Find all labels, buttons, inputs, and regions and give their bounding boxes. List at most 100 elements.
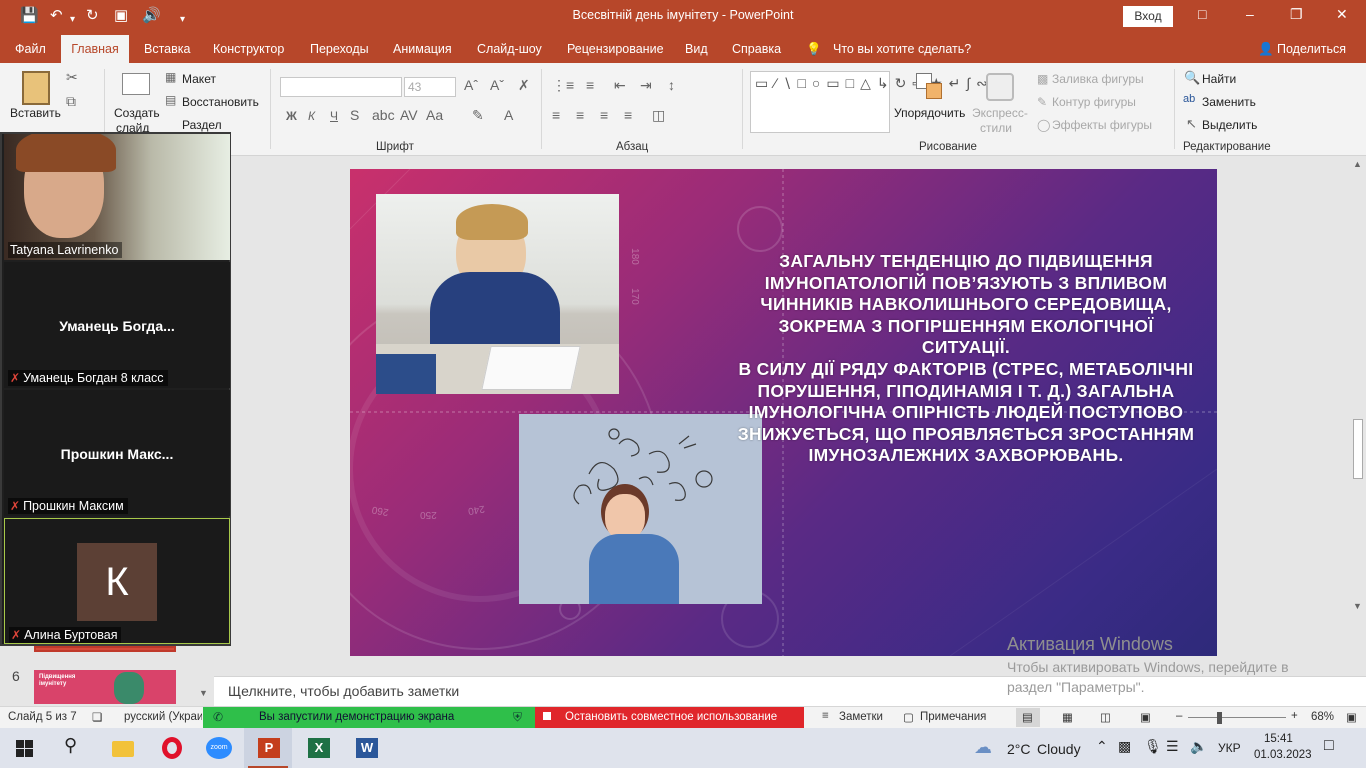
participant-tile-active[interactable]: К ✗ Алина Буртовая xyxy=(4,518,230,644)
shape-effects-button[interactable]: Эффекты фигуры xyxy=(1052,118,1152,132)
notes-placeholder[interactable]: Щелкните, чтобы добавить заметки xyxy=(228,683,459,699)
slideshow-view-icon[interactable]: ▣ xyxy=(1140,710,1151,724)
thumbnail-slide-5[interactable] xyxy=(34,646,176,652)
tell-me-search[interactable]: Что вы хотите сделать? xyxy=(833,42,971,56)
slide[interactable]: 170 180 250 240 260 ЗАГАЛЬНУ ТЕНДЕНЦІЮ Д… xyxy=(350,169,1217,656)
shrink-font-icon[interactable]: Aˇ xyxy=(490,77,504,93)
share-button[interactable]: Поделиться xyxy=(1277,42,1346,56)
quick-styles-button[interactable]: Экспресс- xyxy=(972,106,1028,120)
keyboard-language[interactable]: УКР xyxy=(1218,741,1241,755)
powerpoint-icon[interactable]: P xyxy=(256,735,284,761)
file-explorer-icon[interactable] xyxy=(110,735,138,761)
minimize-button[interactable]: – xyxy=(1246,6,1254,22)
spacing-icon[interactable]: AV xyxy=(400,107,418,123)
font-size-field[interactable]: 43 xyxy=(404,77,456,97)
weather-temperature[interactable]: 2°C xyxy=(1007,741,1031,757)
microphone-icon[interactable]: 🎙 xyxy=(1144,738,1162,755)
zoom-out-button[interactable]: – xyxy=(1176,710,1182,722)
copy-icon[interactable]: ⧉ xyxy=(66,93,76,110)
shadow-icon[interactable]: S xyxy=(350,107,359,123)
vertical-scrollbar[interactable]: ▲ ▼ xyxy=(1350,157,1366,675)
cut-icon[interactable]: ✂ xyxy=(66,69,78,86)
excel-icon[interactable]: X xyxy=(306,735,334,761)
participant-video-tile[interactable]: Tatyana Lavrinenko xyxy=(4,134,230,260)
bullets-icon[interactable]: ⋮≡ xyxy=(552,77,574,94)
paste-icon[interactable] xyxy=(22,71,50,105)
find-button[interactable]: Найти xyxy=(1202,72,1236,86)
strikethrough-icon[interactable]: abc xyxy=(372,107,395,123)
align-right-icon[interactable]: ≡ xyxy=(600,107,608,123)
participant-tile[interactable]: Прошкин Макс... ✗ Прошкин Максим xyxy=(4,390,230,516)
tab-transitions[interactable]: Переходы xyxy=(310,42,369,56)
shapes-gallery[interactable]: ▭∕∖□○▭□△↳↻⇨★↵∫∾{} xyxy=(750,71,1009,133)
close-button[interactable]: ✕ xyxy=(1336,6,1348,23)
change-case-icon[interactable]: Aa xyxy=(426,107,443,123)
stressed-woman-illustration[interactable] xyxy=(519,414,762,604)
spellcheck-icon[interactable]: ❏ xyxy=(92,710,102,724)
tab-help[interactable]: Справка xyxy=(732,42,781,56)
weather-cloud-icon[interactable]: ☁ xyxy=(974,737,992,758)
tab-slideshow[interactable]: Слайд-шоу xyxy=(477,42,542,56)
scrollbar-thumb[interactable] xyxy=(1353,419,1363,479)
tab-view[interactable]: Вид xyxy=(685,42,708,56)
new-slide-icon[interactable] xyxy=(122,73,150,95)
tab-animations[interactable]: Анимация xyxy=(393,42,452,56)
weather-condition[interactable]: Cloudy xyxy=(1037,741,1081,757)
boy-studying-photo[interactable] xyxy=(376,194,619,394)
replace-button[interactable]: Заменить xyxy=(1202,95,1256,109)
columns-icon[interactable]: ◫ xyxy=(652,107,665,124)
arrange-icon[interactable] xyxy=(916,73,944,103)
underline-button[interactable]: Ч xyxy=(330,109,338,123)
line-spacing-icon[interactable]: ↕ xyxy=(668,77,675,93)
tab-design[interactable]: Конструктор xyxy=(213,42,284,56)
align-left-icon[interactable]: ≡ xyxy=(552,107,560,123)
font-name-field[interactable] xyxy=(280,77,402,97)
indent-increase-icon[interactable]: ⇥ xyxy=(640,77,652,94)
zoom-level[interactable]: 68% xyxy=(1311,711,1334,723)
language-indicator[interactable]: русский (Украи xyxy=(124,711,202,723)
tab-insert[interactable]: Вставка xyxy=(144,42,190,56)
thumb-scroll-down-icon[interactable]: ▼ xyxy=(199,688,208,698)
tray-app-icon[interactable]: ▩ xyxy=(1118,738,1131,755)
notes-button[interactable]: Заметки xyxy=(839,711,883,723)
grow-font-icon[interactable]: Aˆ xyxy=(464,77,478,93)
tab-home[interactable]: Главная xyxy=(61,35,129,63)
reading-view-icon[interactable]: ◫ xyxy=(1100,710,1111,724)
scroll-down-icon[interactable]: ▼ xyxy=(1353,601,1362,611)
volume-tray-icon[interactable]: 🔈 xyxy=(1190,738,1207,755)
bold-button[interactable]: Ж xyxy=(286,109,297,123)
search-icon[interactable]: ⚲ xyxy=(64,735,92,761)
slide-sorter-icon[interactable]: ▦ xyxy=(1062,710,1073,724)
zoom-slider[interactable] xyxy=(1188,717,1286,718)
clock-time[interactable]: 15:41 xyxy=(1264,733,1293,745)
windows-start-icon[interactable] xyxy=(14,735,42,761)
opera-icon[interactable] xyxy=(160,735,188,761)
justify-icon[interactable]: ≡ xyxy=(624,107,632,123)
sign-in-button[interactable]: Вход xyxy=(1123,6,1173,27)
reset-button[interactable]: Восстановить xyxy=(182,95,259,109)
comments-button[interactable]: Примечания xyxy=(920,711,986,723)
zoom-in-button[interactable]: + xyxy=(1291,710,1298,722)
shape-outline-button[interactable]: Контур фигуры xyxy=(1052,95,1136,109)
quick-styles-icon[interactable] xyxy=(986,73,1014,101)
fit-to-window-icon[interactable]: ▣ xyxy=(1346,710,1357,724)
scroll-up-icon[interactable]: ▲ xyxy=(1353,159,1362,169)
maximize-button[interactable]: ❐ xyxy=(1290,6,1303,23)
zoom-slider-thumb[interactable] xyxy=(1217,712,1222,724)
numbering-icon[interactable]: ≡ xyxy=(586,77,594,93)
tab-file[interactable]: Файл xyxy=(15,42,46,56)
tray-chevron-icon[interactable]: ⌃ xyxy=(1096,738,1108,755)
shape-fill-button[interactable]: Заливка фигуры xyxy=(1052,72,1144,86)
ribbon-display-icon[interactable]: □ xyxy=(1198,6,1206,22)
tab-review[interactable]: Рецензирование xyxy=(567,42,664,56)
paste-button[interactable]: Вставить xyxy=(10,106,61,120)
font-color-icon[interactable]: A xyxy=(504,107,513,123)
participant-tile[interactable]: Уманець Богда... ✗ Уманець Богдан 8 класс xyxy=(4,262,230,388)
clock-date[interactable]: 01.03.2023 xyxy=(1254,749,1312,761)
slide-body-text[interactable]: Загальну тенденцію до підвищення імунопа… xyxy=(736,251,1196,467)
zoom-app-icon[interactable]: zoom xyxy=(206,735,234,761)
clear-format-icon[interactable]: ✗ xyxy=(518,77,530,94)
word-icon[interactable]: W xyxy=(354,735,382,761)
section-button[interactable]: Раздел xyxy=(182,118,222,132)
layout-button[interactable]: Макет xyxy=(182,72,216,86)
